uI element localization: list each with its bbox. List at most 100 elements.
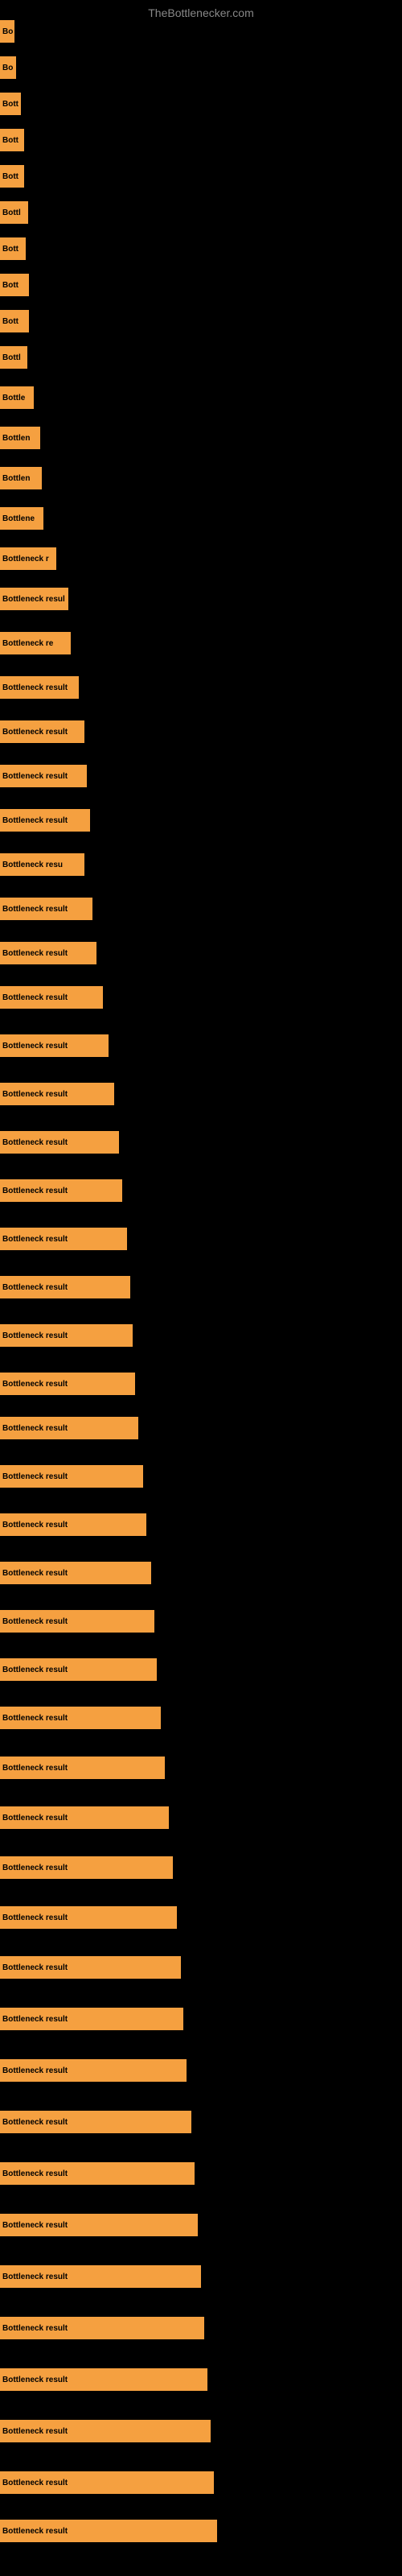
bar-row: Bott: [0, 165, 24, 188]
bar-row: Bottleneck result: [0, 1465, 143, 1488]
bar: Bottleneck result: [0, 1906, 177, 1929]
bar-label: Bottleneck result: [2, 1380, 68, 1389]
bar: Bottleneck result: [0, 986, 103, 1009]
bar-row: Bottleneck result: [0, 1956, 181, 1979]
bar: Bott: [0, 165, 24, 188]
bar-label: Bottleneck result: [2, 2427, 68, 2436]
bar-label: Bottleneck result: [2, 1187, 68, 1195]
bar: Bottleneck result: [0, 1465, 143, 1488]
bar-row: Bottleneck result: [0, 720, 84, 743]
bar: Bottleneck result: [0, 720, 84, 743]
bar: Bott: [0, 237, 26, 260]
bar-row: Bottleneck result: [0, 1131, 119, 1154]
bar-row: Bottleneck result: [0, 2059, 187, 2082]
bar-row: Bottleneck result: [0, 1856, 173, 1879]
bar-row: Bottleneck result: [0, 676, 79, 699]
bar-row: Bottleneck result: [0, 1324, 133, 1347]
bar: Bottleneck result: [0, 2008, 183, 2030]
bar-label: Bottleneck result: [2, 1472, 68, 1481]
bar: Bottleneck result: [0, 1131, 119, 1154]
bar-label: Bottlen: [2, 474, 30, 483]
bar-label: Bottlene: [2, 514, 35, 523]
bar: Bottlen: [0, 427, 40, 449]
bar-label: Bottleneck result: [2, 728, 68, 737]
bar: Bott: [0, 93, 21, 115]
bar-label: Bottleneck result: [2, 1814, 68, 1823]
bar-row: Bottleneck result: [0, 2317, 204, 2339]
bar-label: Bottleneck result: [2, 1424, 68, 1433]
bar-row: Bottleneck result: [0, 2420, 211, 2442]
bar-row: Bottleneck result: [0, 1757, 165, 1779]
bar: Bottleneck resu: [0, 853, 84, 876]
bar: Bottleneck result: [0, 2520, 217, 2542]
bar-row: Bottleneck result: [0, 2471, 214, 2494]
bar-row: Bottle: [0, 386, 34, 409]
bar: Bottleneck result: [0, 2059, 187, 2082]
bar: Bottleneck result: [0, 2420, 211, 2442]
bar-row: Bottleneck result: [0, 1707, 161, 1729]
bar: Bott: [0, 129, 24, 151]
bar-label: Bottleneck result: [2, 1864, 68, 1872]
bar-label: Bottleneck result: [2, 993, 68, 1002]
site-title: TheBottlenecker.com: [0, 0, 402, 23]
bar-label: Bottlen: [2, 434, 30, 443]
bar-label: Bottleneck result: [2, 683, 68, 692]
bar-label: Bo: [2, 64, 13, 72]
bar-row: Bottleneck result: [0, 2008, 183, 2030]
bar-row: Bottl: [0, 346, 27, 369]
bar: Bottle: [0, 386, 34, 409]
bar-row: Bottleneck result: [0, 765, 87, 787]
bar-row: Bottleneck result: [0, 1806, 169, 1829]
bar: Bottleneck result: [0, 1228, 127, 1250]
bar: Bottleneck result: [0, 1707, 161, 1729]
bar: Bottleneck result: [0, 2265, 201, 2288]
bar-label: Bott: [2, 281, 18, 290]
bar-row: Bottleneck result: [0, 2520, 217, 2542]
bar-label: Bott: [2, 100, 18, 109]
bar-label: Bottleneck result: [2, 905, 68, 914]
bar: Bottleneck result: [0, 1034, 109, 1057]
bar: Bott: [0, 310, 29, 332]
bar-row: Bottleneck resul: [0, 588, 68, 610]
bar-row: Bottleneck result: [0, 1083, 114, 1105]
bar-row: Bottleneck result: [0, 1513, 146, 1536]
bar-row: Bottleneck re: [0, 632, 71, 654]
bar-row: Bottleneck result: [0, 2214, 198, 2236]
bar: Bottleneck re: [0, 632, 71, 654]
bar-label: Bottleneck result: [2, 2118, 68, 2127]
bar-label: Bottleneck result: [2, 2479, 68, 2487]
bar: Bottleneck result: [0, 1562, 151, 1584]
bar: Bottleneck result: [0, 1757, 165, 1779]
bar: Bottleneck result: [0, 1324, 133, 1347]
bar: Bottleneck result: [0, 1856, 173, 1879]
bar-label: Bottleneck result: [2, 1283, 68, 1292]
bar-row: Bottleneck result: [0, 1034, 109, 1057]
bar: Bottleneck result: [0, 2162, 195, 2185]
bar-label: Bottleneck result: [2, 2169, 68, 2178]
bar: Bottleneck result: [0, 1276, 130, 1298]
bar-row: Bottleneck result: [0, 898, 92, 920]
bar-label: Bottl: [2, 208, 21, 217]
bar-row: Bottleneck result: [0, 1276, 130, 1298]
bar-row: Bo: [0, 20, 14, 43]
bar-label: Bottleneck result: [2, 1666, 68, 1674]
bar-label: Bottleneck r: [2, 555, 49, 564]
bar-row: Bottleneck result: [0, 2111, 191, 2133]
bar-row: Bottleneck result: [0, 1610, 154, 1633]
bar-label: Bottleneck result: [2, 1331, 68, 1340]
bar: Bottleneck result: [0, 2368, 207, 2391]
bar-label: Bottleneck result: [2, 1963, 68, 1972]
bar-label: Bottleneck resu: [2, 861, 63, 869]
bar: Bottleneck result: [0, 1417, 138, 1439]
bar: Bottleneck result: [0, 2471, 214, 2494]
bar: Bottlene: [0, 507, 43, 530]
bar-label: Bott: [2, 245, 18, 254]
bar-label: Bottleneck result: [2, 1090, 68, 1099]
bar: Bottleneck result: [0, 1806, 169, 1829]
bar-label: Bottleneck result: [2, 1521, 68, 1530]
bar-label: Bottleneck result: [2, 2015, 68, 2024]
bar-row: Bott: [0, 237, 26, 260]
bar-label: Bottleneck result: [2, 1138, 68, 1147]
bar-row: Bott: [0, 93, 21, 115]
bar-label: Bottleneck result: [2, 1617, 68, 1626]
